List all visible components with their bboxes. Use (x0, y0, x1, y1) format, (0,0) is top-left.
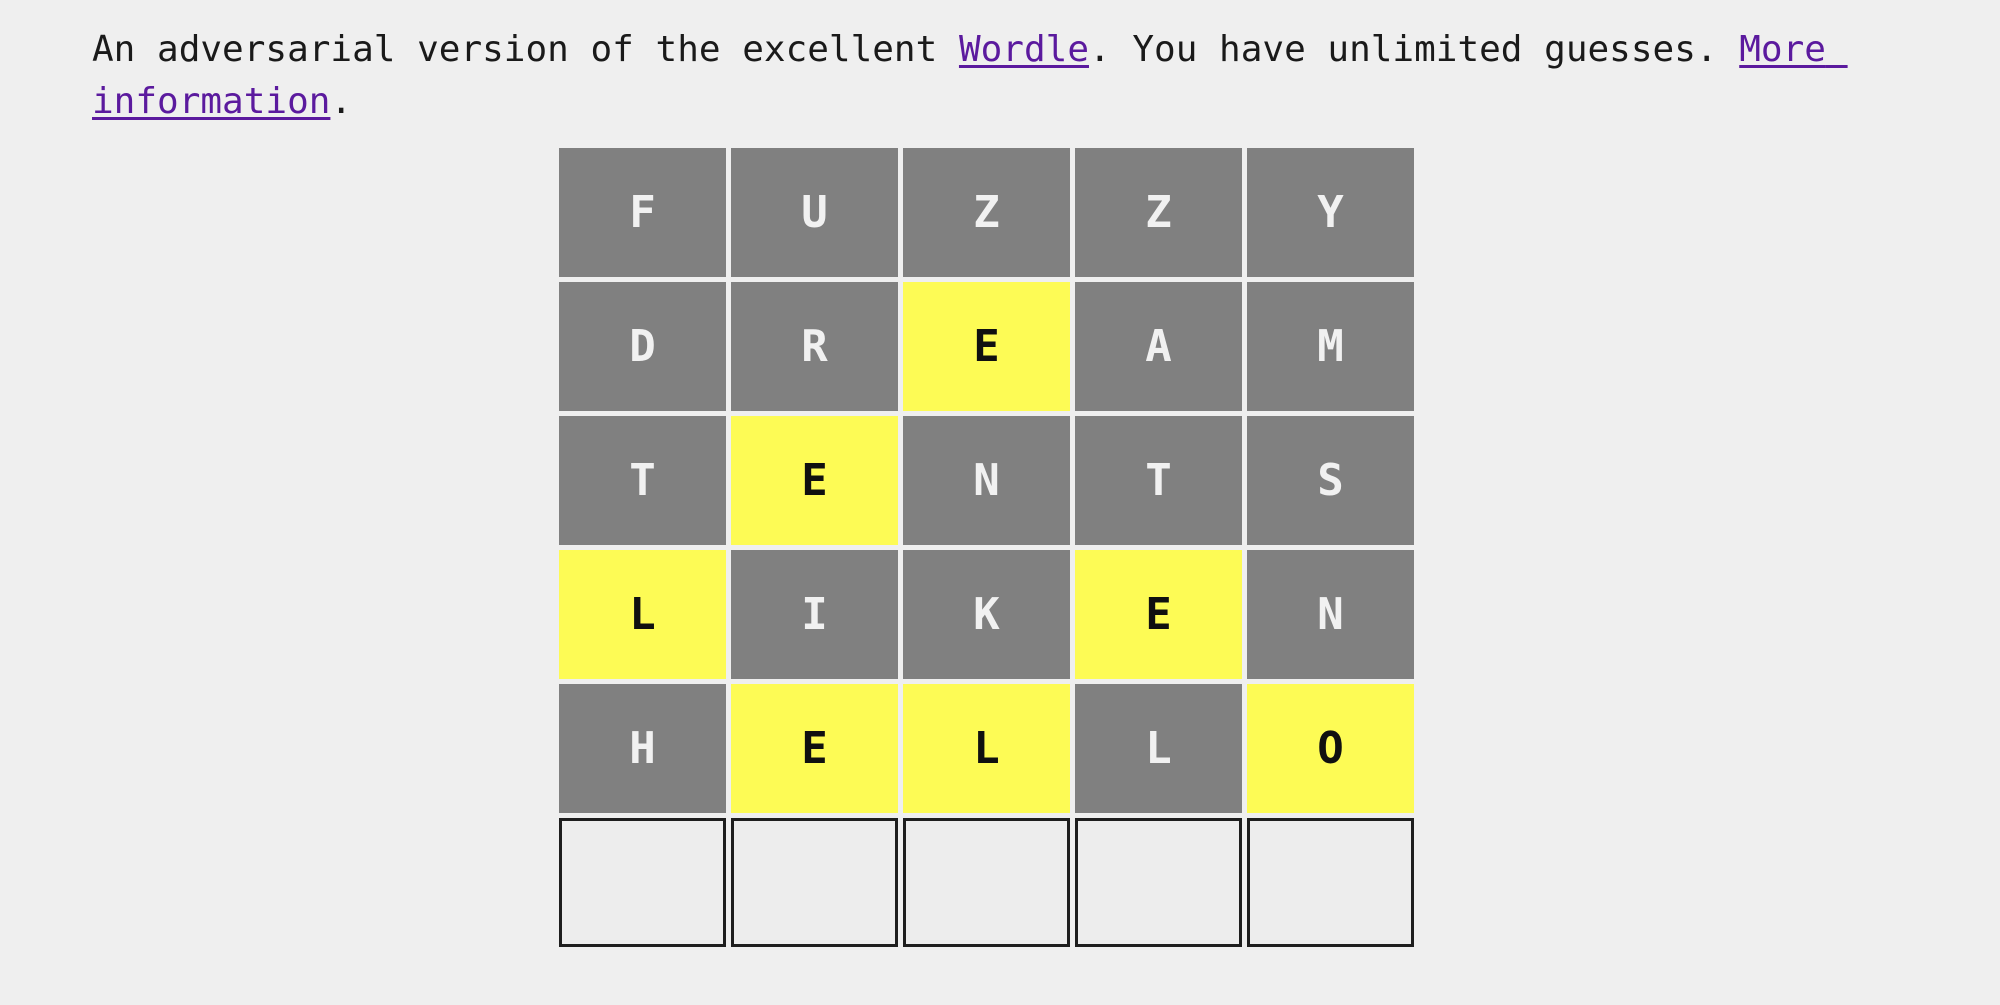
tile: Z (1075, 148, 1242, 277)
current-guess-row[interactable] (559, 818, 1424, 947)
guess-input-tile[interactable] (1247, 818, 1414, 947)
tile: F (559, 148, 726, 277)
tile: T (559, 416, 726, 545)
guess-row: F U Z Z Y (559, 148, 1424, 277)
tile: E (1075, 550, 1242, 679)
tile: T (1075, 416, 1242, 545)
tile: N (903, 416, 1070, 545)
tile: O (1247, 684, 1414, 813)
guess-row: D R E A M (559, 282, 1424, 411)
tile: L (903, 684, 1070, 813)
wordle-board: F U Z Z Y D R E A M T E N T S L I K E N … (559, 148, 1424, 952)
tile: A (1075, 282, 1242, 411)
tile: U (731, 148, 898, 277)
wordle-link[interactable]: Wordle (959, 29, 1089, 70)
tile: L (559, 550, 726, 679)
tile: M (1247, 282, 1414, 411)
intro-paragraph: An adversarial version of the excellent … (92, 24, 1922, 128)
guess-row: T E N T S (559, 416, 1424, 545)
tile: R (731, 282, 898, 411)
tile: D (559, 282, 726, 411)
guess-row: L I K E N (559, 550, 1424, 679)
intro-text-part-2: . You have unlimited guesses. (1089, 29, 1740, 70)
tile: Z (903, 148, 1070, 277)
tile: K (903, 550, 1070, 679)
guess-row: H E L L O (559, 684, 1424, 813)
tile: Y (1247, 148, 1414, 277)
intro-text-part-1: An adversarial version of the excellent (92, 29, 959, 70)
guess-input-tile[interactable] (731, 818, 898, 947)
tile: E (731, 416, 898, 545)
guess-input-tile[interactable] (559, 818, 726, 947)
tile: N (1247, 550, 1414, 679)
tile: E (903, 282, 1070, 411)
tile: H (559, 684, 726, 813)
tile: L (1075, 684, 1242, 813)
intro-text-part-3: . (330, 81, 353, 122)
tile: E (731, 684, 898, 813)
tile: S (1247, 416, 1414, 545)
tile: I (731, 550, 898, 679)
guess-input-tile[interactable] (903, 818, 1070, 947)
guess-input-tile[interactable] (1075, 818, 1242, 947)
